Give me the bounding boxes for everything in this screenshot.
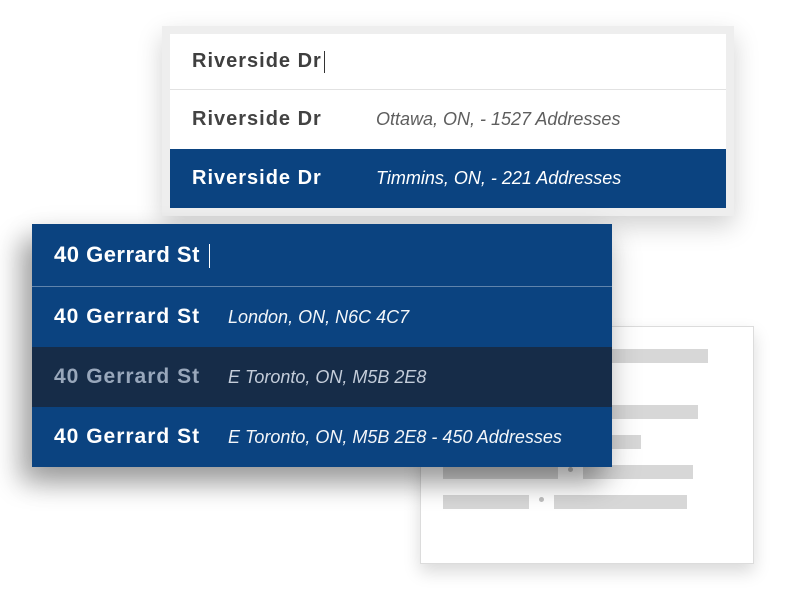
suggestion-name: 40 Gerrard St	[54, 365, 214, 389]
suggestion-meta: E Toronto, ON, M5B 2E8 - 450 Addresses	[228, 427, 562, 448]
suggestion-meta: London, ON, N6C 4C7	[228, 307, 409, 328]
suggestion-meta: Ottawa, ON, - 1527 Addresses	[376, 109, 620, 130]
suggestion-meta: E Toronto, ON, M5B 2E8	[228, 367, 426, 388]
autocomplete-card-gerrard: 40 Gerrard St 40 Gerrard St London, ON, …	[32, 224, 612, 467]
autocomplete-card-riverside: Riverside Dr Riverside Dr Ottawa, ON, - …	[162, 26, 734, 216]
text-cursor	[209, 244, 210, 268]
suggestion-item[interactable]: 40 Gerrard St London, ON, N6C 4C7	[32, 287, 612, 347]
suggestion-item[interactable]: 40 Gerrard St E Toronto, ON, M5B 2E8 - 4…	[32, 407, 612, 467]
suggestion-item-highlighted[interactable]: 40 Gerrard St E Toronto, ON, M5B 2E8	[32, 347, 612, 407]
placeholder-row	[443, 493, 731, 507]
search-input[interactable]: Riverside Dr	[170, 34, 726, 90]
suggestion-item-selected[interactable]: Riverside Dr Timmins, ON, - 221 Addresse…	[170, 149, 726, 208]
search-input[interactable]: 40 Gerrard St	[32, 224, 612, 287]
suggestion-name: 40 Gerrard St	[54, 425, 214, 449]
text-cursor	[324, 51, 325, 73]
search-value: 40 Gerrard St	[54, 242, 200, 267]
suggestion-name: Riverside Dr	[192, 108, 362, 131]
suggestion-meta: Timmins, ON, - 221 Addresses	[376, 168, 621, 189]
suggestion-item[interactable]: Riverside Dr Ottawa, ON, - 1527 Addresse…	[170, 90, 726, 149]
suggestion-name: 40 Gerrard St	[54, 305, 214, 329]
search-value: Riverside Dr	[192, 50, 322, 72]
suggestion-name: Riverside Dr	[192, 167, 362, 190]
